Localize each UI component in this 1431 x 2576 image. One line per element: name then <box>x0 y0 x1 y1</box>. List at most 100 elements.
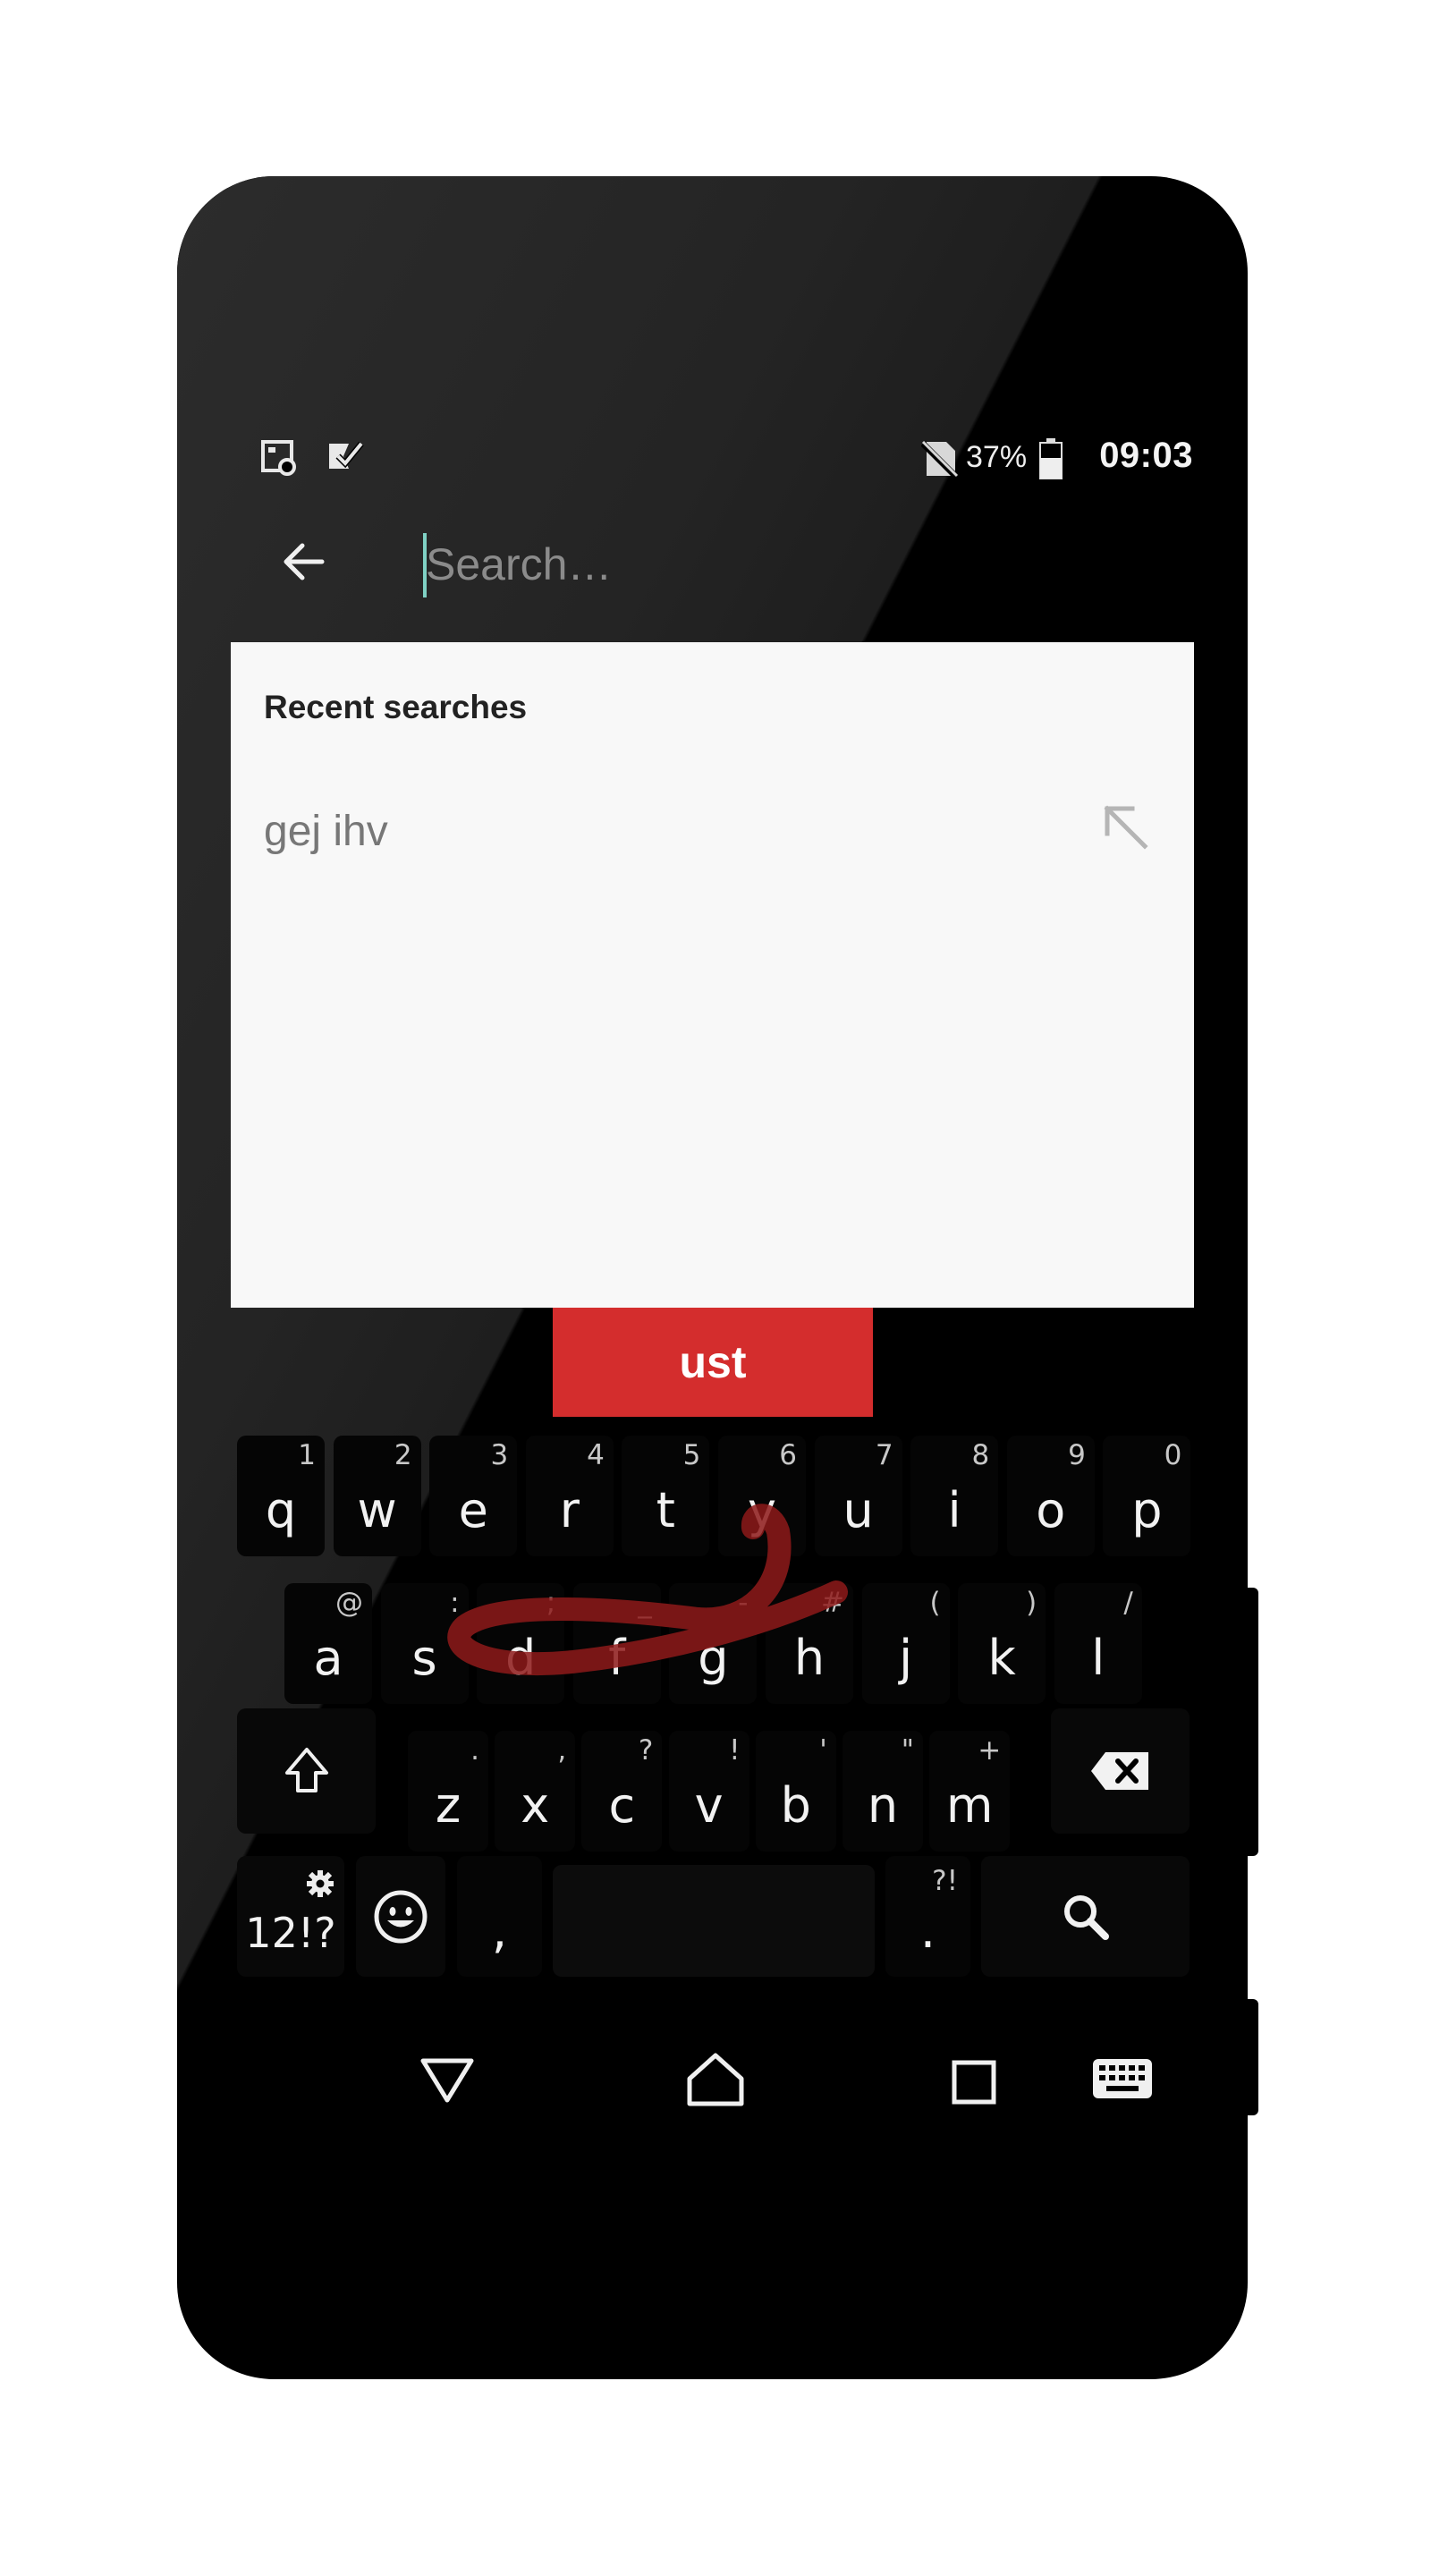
key-hint: _ <box>638 1587 652 1619</box>
key-e[interactable]: 3e <box>429 1436 518 1556</box>
key-label: z <box>435 1777 461 1834</box>
emoji-key[interactable] <box>356 1856 445 1977</box>
nav-back-icon[interactable] <box>407 2039 487 2120</box>
emoji-icon <box>374 1890 428 1943</box>
key-h[interactable]: # h <box>766 1583 853 1704</box>
clock: 09:03 <box>1099 436 1193 475</box>
key-hint: ! <box>729 1734 741 1767</box>
key-hint: 5 <box>682 1439 701 1471</box>
key-hint: 8 <box>971 1439 990 1471</box>
key-a[interactable]: @ a <box>284 1583 372 1704</box>
volume-button <box>1246 1588 1258 1856</box>
recent-search-label: gej ihv <box>264 808 388 855</box>
key-hint: 6 <box>779 1439 797 1471</box>
key-m[interactable]: + m <box>929 1731 1011 1852</box>
key-label: b <box>780 1777 811 1834</box>
key-label: s <box>411 1630 437 1686</box>
key-label: r <box>559 1482 580 1538</box>
key-u[interactable]: 7u <box>814 1436 902 1556</box>
key-hint: ; <box>546 1587 556 1619</box>
key-label: i <box>947 1482 961 1538</box>
key-i[interactable]: 8i <box>910 1436 999 1556</box>
comma-key[interactable]: , <box>457 1856 542 1977</box>
key-r[interactable]: 4r <box>525 1436 614 1556</box>
key-q[interactable]: 1q <box>237 1436 325 1556</box>
key-label: p <box>1131 1482 1163 1538</box>
settings-gear-icon <box>307 1870 334 1897</box>
nav-home-icon[interactable] <box>675 2039 756 2120</box>
key-f[interactable]: _ f <box>572 1583 661 1704</box>
key-hint: : <box>450 1587 460 1619</box>
period-key-hint: ?! <box>932 1865 958 1897</box>
key-hint: 9 <box>1068 1439 1086 1471</box>
key-hint: 1 <box>298 1439 316 1471</box>
key-hint: @ <box>335 1587 363 1619</box>
key-w[interactable]: 2w <box>333 1436 421 1556</box>
key-label: c <box>608 1777 636 1834</box>
key-b[interactable]: ' b <box>755 1731 836 1852</box>
back-arrow-icon[interactable] <box>277 535 331 589</box>
key-c[interactable]: ? c <box>581 1731 663 1852</box>
key-hint: ) <box>1026 1587 1037 1619</box>
symbols-key-label: 12!? <box>245 1909 336 1957</box>
recent-searches-title: Recent searches <box>264 689 528 725</box>
key-k[interactable]: ) k <box>958 1583 1046 1704</box>
key-hint: 4 <box>587 1439 605 1471</box>
key-hint: # <box>821 1587 844 1619</box>
shift-key[interactable] <box>237 1708 376 1834</box>
backspace-icon <box>1090 1752 1148 1790</box>
key-label: d <box>505 1630 537 1686</box>
key-hint: 0 <box>1164 1439 1182 1471</box>
key-o[interactable]: 9o <box>1006 1436 1095 1556</box>
key-hint: ( <box>929 1587 941 1619</box>
key-label: q <box>265 1482 297 1538</box>
search-icon <box>1063 1894 1109 1940</box>
recent-search-item[interactable]: gej ihv <box>231 776 1194 884</box>
key-hint: . <box>470 1734 479 1767</box>
key-d[interactable]: ; d <box>477 1583 565 1704</box>
key-t[interactable]: 5t <box>622 1436 710 1556</box>
key-label: l <box>1091 1630 1105 1686</box>
key-l[interactable]: / l <box>1054 1583 1142 1704</box>
key-label: w <box>357 1482 397 1538</box>
key-hint: 7 <box>875 1439 893 1471</box>
key-label: x <box>521 1777 550 1834</box>
text-caret <box>423 533 427 597</box>
key-label: v <box>694 1777 724 1834</box>
key-hint: + <box>978 1734 1002 1767</box>
nav-keyboard-icon[interactable] <box>1084 2039 1164 2120</box>
nav-recents-icon[interactable] <box>935 2041 1015 2122</box>
key-hint: - <box>738 1587 749 1619</box>
key-z[interactable]: .z <box>408 1731 488 1852</box>
period-key[interactable]: ?! . <box>885 1856 970 1977</box>
key-label: j <box>899 1630 913 1686</box>
key-label: e <box>458 1482 488 1538</box>
symbols-key[interactable]: 12!? <box>237 1856 344 1977</box>
key-v[interactable]: ! v <box>668 1731 749 1852</box>
key-hint: " <box>901 1734 914 1767</box>
key-y[interactable]: 6y <box>718 1436 806 1556</box>
key-label: n <box>867 1777 899 1834</box>
key-j[interactable]: (j <box>861 1583 950 1704</box>
key-x[interactable]: ,x <box>495 1731 576 1852</box>
key-label: g <box>698 1630 729 1686</box>
comma-key-label: , <box>491 1902 508 1959</box>
key-label: h <box>793 1630 826 1686</box>
key-g[interactable]: -g <box>669 1583 758 1704</box>
key-label: m <box>945 1777 994 1834</box>
keyboard-suggestion[interactable]: ust <box>553 1308 873 1417</box>
key-hint: 2 <box>394 1439 412 1471</box>
power-button <box>1246 1999 1258 2115</box>
screenshot-icon <box>261 440 296 476</box>
key-n[interactable]: " n <box>843 1731 923 1852</box>
search-key[interactable] <box>981 1856 1190 1977</box>
key-p[interactable]: 0p <box>1103 1436 1191 1556</box>
backspace-key[interactable] <box>1051 1708 1190 1834</box>
fill-query-arrow-icon[interactable] <box>1091 792 1159 860</box>
space-key[interactable] <box>553 1865 875 1977</box>
search-input[interactable] <box>422 530 1052 599</box>
key-hint: ? <box>638 1734 654 1767</box>
todo-check-icon <box>329 441 364 469</box>
key-hint: ' <box>819 1734 827 1767</box>
key-s[interactable]: :s <box>380 1583 469 1704</box>
